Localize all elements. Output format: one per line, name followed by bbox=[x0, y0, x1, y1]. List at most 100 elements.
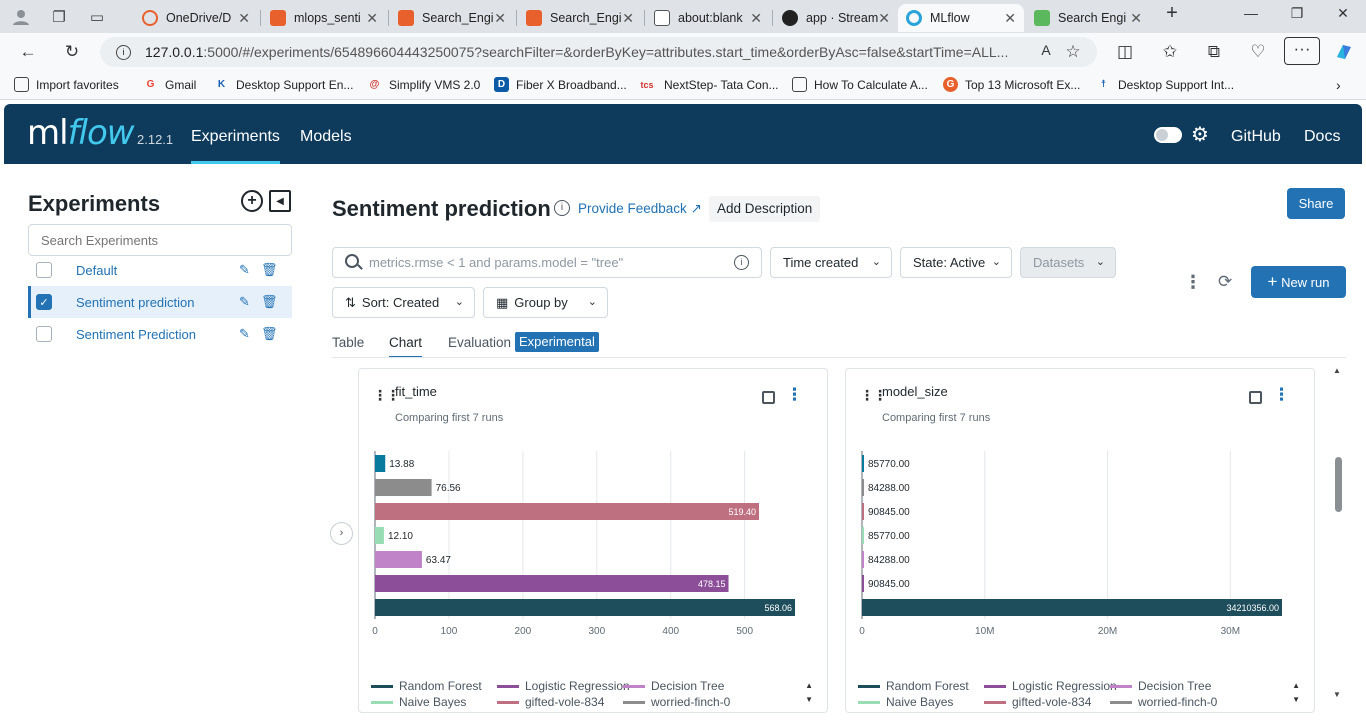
close-tab-icon[interactable]: ✕ bbox=[878, 10, 890, 27]
favorite-microsoft[interactable]: G Top 13 Microsoft Ex... bbox=[943, 77, 1080, 92]
tab-evaluation[interactable]: Evaluation bbox=[448, 335, 511, 350]
mlflow-logo[interactable]: mlflow bbox=[27, 113, 135, 153]
favorite-desktop-support[interactable]: K Desktop Support En... bbox=[214, 77, 354, 92]
close-tab-icon[interactable]: ✕ bbox=[494, 10, 506, 27]
close-tab-icon[interactable]: ✕ bbox=[1004, 10, 1016, 27]
back-icon[interactable]: ← bbox=[16, 42, 40, 62]
favorite-star-icon[interactable]: ☆ bbox=[1061, 42, 1085, 62]
nav-models[interactable]: Models bbox=[300, 128, 352, 146]
browser-tab[interactable]: mlops_senti ✕ bbox=[262, 4, 386, 32]
share-button[interactable]: Share bbox=[1287, 188, 1345, 219]
gear-icon[interactable]: ⚙ bbox=[1191, 122, 1209, 147]
close-tab-icon[interactable]: ✕ bbox=[1130, 10, 1142, 27]
legend-item[interactable]: Logistic Regression bbox=[497, 679, 630, 693]
browser-tab-active[interactable]: MLflow ✕ bbox=[898, 4, 1024, 32]
trash-icon[interactable]: 🗑 bbox=[261, 294, 278, 310]
sort-dropdown[interactable]: ⇅ Sort: Created ⌄ bbox=[332, 287, 475, 318]
legend-item[interactable]: Naive Bayes bbox=[858, 695, 953, 709]
add-description-button[interactable]: Add Description bbox=[709, 196, 821, 222]
browser-tab[interactable]: about:blank ✕ bbox=[646, 4, 770, 32]
experiment-name[interactable]: Sentiment prediction bbox=[76, 295, 195, 310]
legend-item[interactable]: Decision Tree bbox=[1110, 679, 1211, 693]
workspaces-icon[interactable]: ❐ bbox=[46, 5, 72, 29]
search-experiments-input[interactable] bbox=[28, 224, 292, 256]
favorite-interview[interactable]: ☨ Desktop Support Int... bbox=[1096, 77, 1234, 92]
experiment-row-sentiment-prediction[interactable]: ✓ Sentiment prediction ✎ 🗑 bbox=[28, 286, 292, 318]
favorite-fiberx[interactable]: D Fiber X Broadband... bbox=[494, 77, 627, 92]
new-tab-icon[interactable]: + bbox=[1157, 2, 1187, 25]
favorite-simplify[interactable]: @ Simplify VMS 2.0 bbox=[367, 77, 481, 92]
docs-link[interactable]: Docs bbox=[1304, 128, 1340, 146]
experiment-name[interactable]: Default bbox=[76, 263, 117, 278]
experiment-checkbox[interactable] bbox=[36, 262, 52, 278]
legend-item[interactable]: gifted-vole-834 bbox=[984, 695, 1091, 709]
edit-icon[interactable]: ✎ bbox=[239, 262, 250, 278]
dark-mode-toggle[interactable] bbox=[1154, 127, 1182, 143]
info-icon[interactable]: i bbox=[554, 200, 570, 216]
close-tab-icon[interactable]: ✕ bbox=[366, 10, 378, 27]
new-run-button[interactable]: + New run bbox=[1251, 266, 1346, 298]
legend-scroll-arrows[interactable]: ▲ ▼ bbox=[1292, 679, 1300, 707]
favorites-icon[interactable]: ✩ bbox=[1158, 42, 1182, 62]
browser-tab[interactable]: OneDrive/D ✕ bbox=[134, 4, 258, 32]
reload-icon[interactable]: ↻ bbox=[60, 42, 84, 62]
legend-item[interactable]: gifted-vole-834 bbox=[497, 695, 604, 709]
legend-scroll-arrows[interactable]: ▲ ▼ bbox=[805, 679, 813, 707]
experiment-row-sentiment-prediction-2[interactable]: Sentiment Prediction ✎ 🗑 bbox=[28, 318, 292, 350]
tab-actions-icon[interactable]: ▭ bbox=[84, 5, 110, 29]
favorite-nextstep[interactable]: tcs NextStep- Tata Con... bbox=[637, 77, 778, 92]
edit-icon[interactable]: ✎ bbox=[239, 326, 250, 342]
add-experiment-icon[interactable]: + bbox=[241, 190, 263, 212]
restore-icon[interactable]: ❐ bbox=[1282, 5, 1312, 22]
provide-feedback-link[interactable]: Provide Feedback ↗ bbox=[578, 201, 702, 217]
tab-chart[interactable]: Chart bbox=[389, 335, 423, 358]
experiment-name[interactable]: Sentiment Prediction bbox=[76, 327, 196, 342]
scroll-up-icon[interactable]: ▲ bbox=[1333, 366, 1341, 375]
legend-item[interactable]: Random Forest bbox=[371, 679, 482, 693]
expand-sidebar-icon[interactable]: › bbox=[330, 522, 353, 545]
legend-item[interactable]: Random Forest bbox=[858, 679, 969, 693]
close-tab-icon[interactable]: ✕ bbox=[622, 10, 634, 27]
legend-item[interactable]: Naive Bayes bbox=[371, 695, 466, 709]
legend-item[interactable]: Decision Tree bbox=[623, 679, 724, 693]
collections-icon[interactable]: ⧉ bbox=[1202, 42, 1226, 62]
trash-icon[interactable]: 🗑 bbox=[261, 326, 278, 342]
browser-tab[interactable]: Search Engi ✕ bbox=[1026, 4, 1150, 32]
favorite-calculate[interactable]: How To Calculate A... bbox=[792, 77, 928, 92]
profile-icon[interactable] bbox=[8, 5, 34, 29]
browser-tab[interactable]: app · Stream ✕ bbox=[774, 4, 898, 32]
tab-table[interactable]: Table bbox=[332, 335, 364, 350]
collapse-sidebar-icon[interactable]: ◀ bbox=[269, 190, 291, 212]
edit-icon[interactable]: ✎ bbox=[239, 294, 250, 310]
vertical-scrollbar[interactable] bbox=[1335, 457, 1342, 512]
experiment-row-default[interactable]: Default ✎ 🗑 bbox=[28, 254, 292, 286]
copilot-icon[interactable] bbox=[1332, 42, 1356, 67]
group-by-dropdown[interactable]: ▦ Group by ⌄ bbox=[483, 287, 608, 318]
more-menu-icon[interactable]: ··· bbox=[1284, 37, 1320, 65]
health-icon[interactable]: ♡ bbox=[1246, 42, 1270, 62]
favorites-overflow-icon[interactable]: › bbox=[1336, 77, 1341, 93]
state-dropdown[interactable]: State: Active ⌄ bbox=[900, 247, 1012, 278]
time-created-dropdown[interactable]: Time created ⌄ bbox=[770, 247, 892, 278]
trash-icon[interactable]: 🗑 bbox=[261, 262, 278, 278]
favorite-import[interactable]: Import favorites bbox=[14, 77, 119, 92]
experiment-checkbox[interactable]: ✓ bbox=[36, 294, 52, 310]
read-aloud-icon[interactable]: A bbox=[1034, 42, 1058, 58]
url-input[interactable]: i 127.0.0.1:5000/#/experiments/654896604… bbox=[100, 37, 1097, 67]
experiment-checkbox[interactable] bbox=[36, 326, 52, 342]
legend-item[interactable]: Logistic Regression bbox=[984, 679, 1117, 693]
minimize-icon[interactable]: — bbox=[1236, 5, 1266, 21]
run-filter-input[interactable]: metrics.rmse < 1 and params.model = "tre… bbox=[332, 247, 762, 278]
filter-info-icon[interactable]: i bbox=[734, 255, 749, 270]
close-window-icon[interactable]: ✕ bbox=[1328, 5, 1358, 22]
close-tab-icon[interactable]: ✕ bbox=[750, 10, 762, 27]
favorite-gmail[interactable]: G Gmail bbox=[143, 77, 197, 92]
close-tab-icon[interactable]: ✕ bbox=[238, 10, 250, 27]
legend-item[interactable]: worried-finch-0 bbox=[1110, 695, 1217, 709]
nav-experiments[interactable]: Experiments bbox=[191, 128, 280, 164]
split-screen-icon[interactable]: ◫ bbox=[1113, 42, 1137, 62]
datasets-dropdown[interactable]: Datasets ⌄ bbox=[1020, 247, 1116, 278]
refresh-icon[interactable]: ⟳ bbox=[1218, 272, 1232, 292]
github-link[interactable]: GitHub bbox=[1231, 128, 1281, 146]
browser-tab[interactable]: Search_Engi ✕ bbox=[390, 4, 514, 32]
